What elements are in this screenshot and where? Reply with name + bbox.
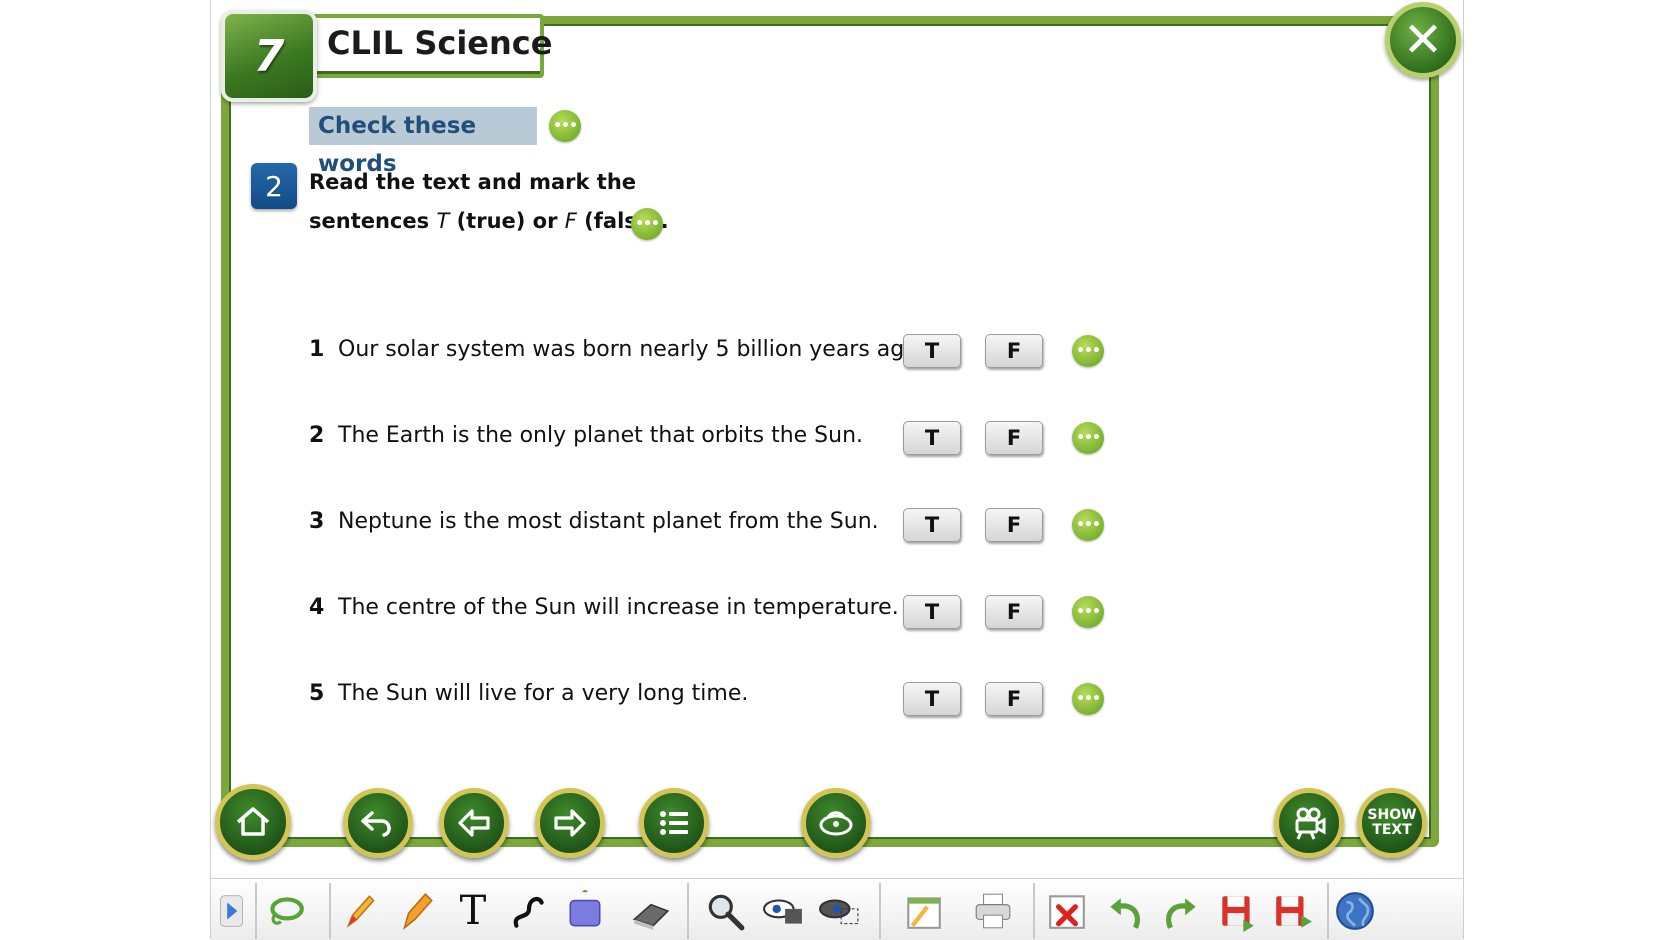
text-tool-icon[interactable]: T	[451, 887, 495, 935]
globe-icon[interactable]	[1333, 887, 1377, 935]
reveal-tool-icon[interactable]	[761, 887, 805, 935]
true-button[interactable]: T	[903, 595, 961, 629]
question-text: Our solar system was born nearly 5 billi…	[338, 337, 925, 362]
question-more-button[interactable]: •••	[1072, 422, 1104, 454]
notepad-icon[interactable]	[901, 887, 945, 935]
more-dots-icon: •••	[553, 118, 578, 134]
audio-disc-icon	[819, 811, 853, 836]
question-more-button[interactable]: •••	[1072, 683, 1104, 715]
unit-number: 7	[253, 30, 285, 82]
video-camera-icon	[1295, 807, 1326, 840]
more-dots-icon: •••	[1076, 343, 1101, 359]
question-text: The Sun will live for a very long time.	[338, 681, 749, 706]
shape-tool-icon[interactable]	[563, 887, 607, 935]
instruction-more-button[interactable]: •••	[631, 208, 663, 240]
true-button[interactable]: T	[903, 508, 961, 542]
lasso-icon[interactable]	[263, 887, 307, 935]
expand-arrow-icon[interactable]	[217, 887, 251, 935]
pencil-icon[interactable]	[339, 887, 383, 935]
eraser-icon[interactable]	[629, 887, 673, 935]
spotlight-tool-icon[interactable]	[817, 887, 861, 935]
question-number: 1	[309, 337, 325, 362]
return-arrow-icon	[361, 811, 391, 837]
list-icon	[660, 811, 688, 835]
bottom-toolbar: T	[211, 878, 1463, 940]
line-tool-icon[interactable]	[507, 887, 551, 935]
show-text-line-1: SHOW	[1367, 807, 1417, 823]
back-button[interactable]	[343, 788, 413, 858]
toolbar-separator	[329, 883, 331, 939]
false-button[interactable]: F	[985, 508, 1043, 542]
check-words-label[interactable]: Check these words	[309, 107, 537, 177]
arrow-right-icon	[554, 809, 586, 837]
video-button[interactable]	[1274, 788, 1344, 858]
magnifier-icon[interactable]	[703, 887, 747, 935]
printer-icon[interactable]	[971, 887, 1015, 935]
true-button[interactable]: T	[903, 334, 961, 368]
undo-icon[interactable]	[1103, 887, 1147, 935]
false-button[interactable]: F	[985, 421, 1043, 455]
question-number: 3	[309, 509, 325, 534]
save-icon[interactable]	[1215, 887, 1259, 935]
arrow-left-icon	[458, 809, 490, 837]
next-button[interactable]	[535, 788, 605, 858]
false-button[interactable]: F	[985, 682, 1043, 716]
unit-badge: 7	[221, 10, 317, 102]
highlighter-icon[interactable]	[395, 887, 439, 935]
question-more-button[interactable]: •••	[1072, 596, 1104, 628]
toolbar-separator	[1327, 883, 1329, 939]
question-text: Neptune is the most distant planet from …	[338, 509, 879, 534]
more-dots-icon: •••	[635, 216, 660, 232]
section-title: CLIL Science	[327, 24, 553, 62]
close-button[interactable]: ✕	[1385, 2, 1461, 78]
toolbar-separator	[255, 883, 257, 939]
true-button[interactable]: T	[903, 682, 961, 716]
audio-button[interactable]	[801, 788, 871, 858]
question-number: 5	[309, 681, 325, 706]
home-icon	[236, 807, 270, 836]
question-text: The centre of the Sun will increase in t…	[338, 595, 899, 620]
more-dots-icon: •••	[1076, 691, 1101, 707]
show-text-label: SHOW TEXT	[1367, 808, 1416, 838]
instruction-line-1: Read the text and mark the	[309, 170, 637, 194]
clear-all-icon[interactable]	[1045, 887, 1089, 935]
question-more-button[interactable]: •••	[1072, 335, 1104, 367]
more-dots-icon: •••	[1076, 604, 1101, 620]
instruction-false-letter: F	[564, 209, 577, 233]
toolbar-separator	[1033, 883, 1035, 939]
save-as-icon[interactable]	[1271, 887, 1315, 935]
previous-button[interactable]	[439, 788, 509, 858]
check-words-more-button[interactable]: •••	[549, 110, 581, 142]
close-icon: ✕	[1402, 12, 1444, 68]
true-button[interactable]: T	[903, 421, 961, 455]
home-button[interactable]	[215, 784, 291, 860]
show-text-button[interactable]: SHOW TEXT	[1357, 788, 1427, 858]
redo-icon[interactable]	[1159, 887, 1203, 935]
instruction-line-2: sentences T (true) or F (false).	[309, 209, 669, 233]
show-text-line-2: TEXT	[1372, 822, 1412, 838]
instruction-text: (true) or	[449, 209, 565, 233]
question-number: 4	[309, 595, 325, 620]
false-button[interactable]: F	[985, 595, 1043, 629]
exercise-number: 2	[251, 163, 297, 209]
toolbar-separator	[879, 883, 881, 939]
text-tool-glyph: T	[459, 888, 487, 934]
question-text: The Earth is the only planet that orbits…	[338, 423, 864, 448]
instruction-text: sentences	[309, 209, 437, 233]
menu-button[interactable]	[639, 788, 709, 858]
more-dots-icon: •••	[1076, 517, 1101, 533]
instruction-true-letter: T	[436, 209, 450, 233]
question-number: 2	[309, 423, 325, 448]
more-dots-icon: •••	[1076, 430, 1101, 446]
question-more-button[interactable]: •••	[1072, 509, 1104, 541]
false-button[interactable]: F	[985, 334, 1043, 368]
app-window: 7 CLIL Science ✕ Check these words ••• 2…	[210, 0, 1464, 940]
toolbar-separator	[687, 883, 689, 939]
